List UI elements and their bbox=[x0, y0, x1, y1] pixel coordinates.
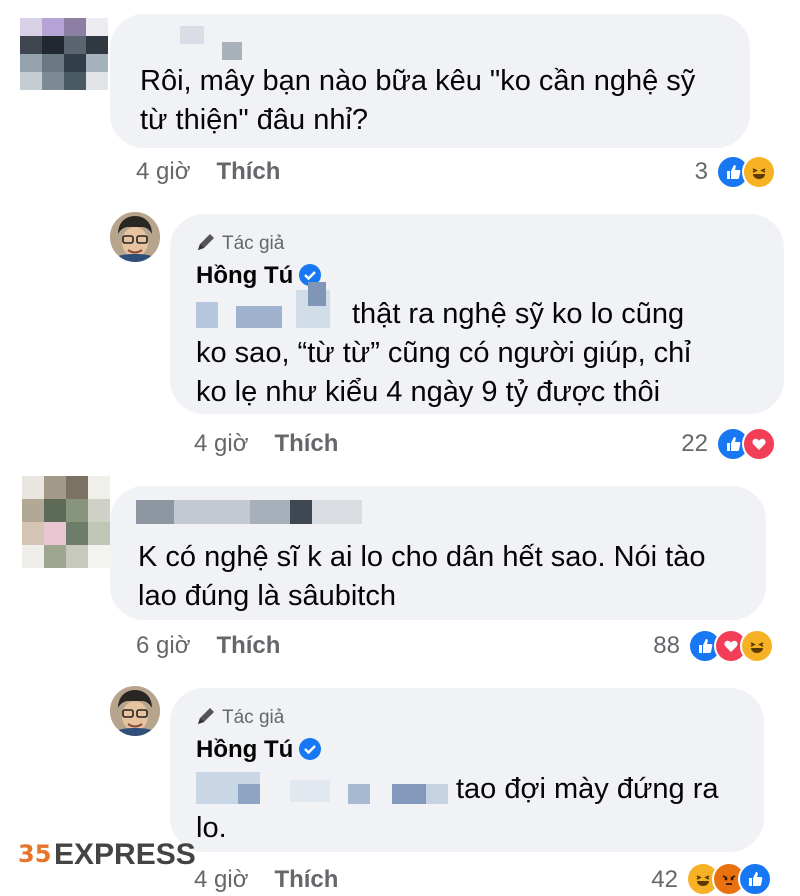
comment-time[interactable]: 4 giờ bbox=[136, 158, 190, 185]
like-button[interactable]: Thích bbox=[274, 430, 338, 457]
comment-meta: 6 giờ Thích bbox=[136, 632, 280, 660]
comment-text: lo. bbox=[196, 812, 227, 844]
comment-time[interactable]: 6 giờ bbox=[136, 632, 190, 659]
like-button[interactable]: Thích bbox=[216, 632, 280, 659]
blurred-mention[interactable] bbox=[290, 780, 330, 802]
blurred-avatar[interactable] bbox=[22, 476, 112, 568]
blurred-commenter-name[interactable] bbox=[174, 500, 250, 524]
blurred-mention[interactable] bbox=[196, 302, 218, 328]
svg-text:35: 35 bbox=[18, 840, 51, 868]
comment-text: ko lẹ như kiểu 4 ngày 9 tỷ được thôi bbox=[196, 376, 661, 408]
like-icon bbox=[738, 862, 772, 896]
author-avatar[interactable] bbox=[110, 686, 160, 736]
reaction-count[interactable]: 88 bbox=[632, 632, 680, 660]
reaction-count[interactable]: 22 bbox=[660, 430, 708, 458]
comment-time[interactable]: 4 giờ bbox=[194, 866, 248, 893]
reaction-summary[interactable] bbox=[716, 155, 776, 189]
logo-mark-icon: 35 bbox=[18, 840, 51, 868]
author-badge: Tác giả bbox=[196, 706, 284, 729]
blurred-mention[interactable] bbox=[238, 784, 260, 804]
comment-meta: 4 giờ Thích bbox=[194, 430, 338, 458]
like-button[interactable]: Thích bbox=[274, 866, 338, 893]
blurred-commenter-name[interactable] bbox=[222, 42, 242, 60]
blurred-mention[interactable] bbox=[348, 784, 370, 804]
author-name[interactable]: Hồng Tú bbox=[196, 736, 322, 764]
blurred-mention[interactable] bbox=[236, 306, 282, 328]
blurred-commenter-name[interactable] bbox=[290, 500, 312, 524]
blurred-mention[interactable] bbox=[308, 282, 326, 306]
blurred-mention[interactable] bbox=[426, 784, 448, 804]
haha-icon bbox=[740, 629, 774, 663]
comment-text: thật ra nghệ sỹ ko lo cũng bbox=[352, 298, 685, 330]
author-badge: Tác giả bbox=[196, 232, 284, 255]
like-button[interactable]: Thích bbox=[216, 158, 280, 185]
blurred-commenter-name[interactable] bbox=[250, 500, 290, 524]
pen-icon bbox=[198, 234, 214, 250]
comment-meta: 4 giờ Thích bbox=[136, 158, 280, 186]
author-avatar[interactable] bbox=[110, 212, 160, 262]
comment-text: Rôi, mây bạn nào bữa kêu "ko cần nghệ sỹ bbox=[140, 65, 696, 97]
reaction-summary[interactable] bbox=[686, 862, 772, 896]
verified-badge-icon bbox=[299, 738, 322, 760]
blurred-commenter-name[interactable] bbox=[136, 500, 174, 524]
love-icon bbox=[742, 427, 776, 461]
blurred-avatar[interactable] bbox=[20, 18, 110, 90]
comment-meta: 4 giờ Thích bbox=[194, 866, 338, 894]
comment-text: ko sao, “từ từ” cũng có người giúp, chỉ bbox=[196, 337, 691, 369]
blurred-commenter-name[interactable] bbox=[180, 26, 204, 44]
reaction-count[interactable]: 42 bbox=[630, 866, 678, 894]
blurred-mention[interactable] bbox=[392, 784, 426, 804]
reaction-summary[interactable] bbox=[716, 427, 776, 461]
comment-text: lao đúng là sâubitch bbox=[138, 580, 396, 612]
comment-text: tao đợi mày đứng ra bbox=[456, 773, 719, 805]
author-name[interactable]: Hồng Tú bbox=[196, 262, 322, 290]
comment-text: K có nghệ sĩ k ai lo cho dân hết sao. Nó… bbox=[138, 541, 706, 573]
haha-icon bbox=[742, 155, 776, 189]
comment-time[interactable]: 4 giờ bbox=[194, 430, 248, 457]
reaction-summary[interactable] bbox=[688, 629, 774, 663]
pen-icon bbox=[198, 708, 214, 724]
comment-text: từ thiện" đâu nhỉ? bbox=[140, 104, 369, 136]
blurred-commenter-name[interactable] bbox=[312, 500, 362, 524]
express-logo: 35 EXPRESS bbox=[18, 838, 196, 871]
reaction-count[interactable]: 3 bbox=[670, 158, 708, 186]
